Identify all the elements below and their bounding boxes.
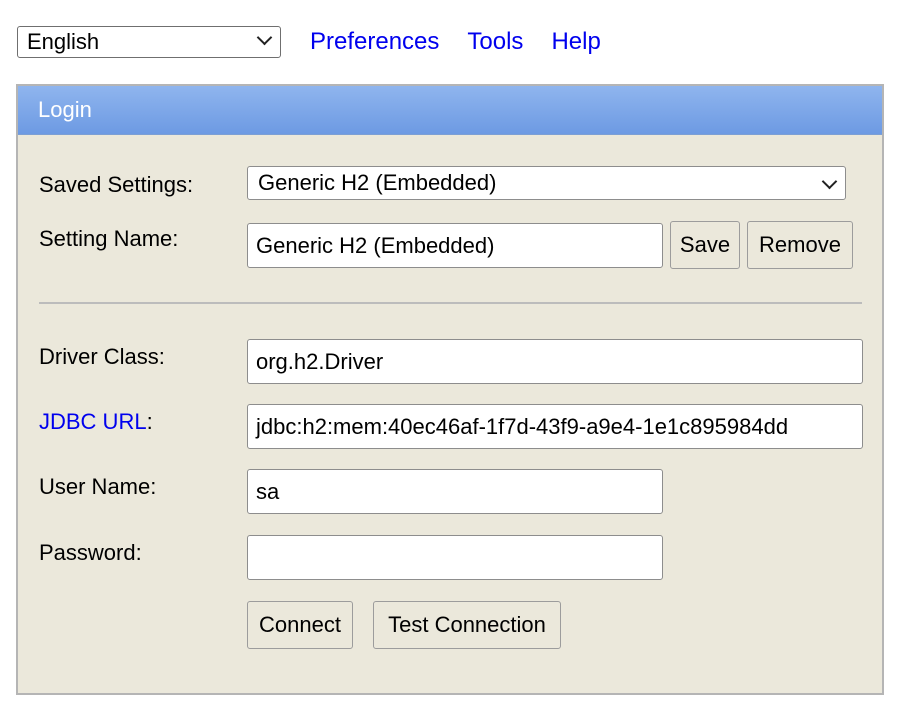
- password-label: Password:: [39, 540, 142, 565]
- chevron-down-icon: [256, 29, 273, 46]
- test-connection-button[interactable]: Test Connection: [373, 601, 561, 649]
- setting-name-label: Setting Name:: [39, 226, 179, 251]
- saved-settings-value: Generic H2 (Embedded): [258, 170, 497, 195]
- saved-settings-label: Saved Settings:: [39, 172, 194, 197]
- driver-class-input[interactable]: org.h2.Driver: [247, 339, 863, 384]
- jdbc-url-link[interactable]: JDBC URL: [39, 409, 147, 434]
- user-name-label: User Name:: [39, 474, 157, 499]
- preferences-link[interactable]: Preferences: [310, 28, 439, 56]
- login-panel: Login Saved Settings: Generic H2 (Embedd…: [16, 84, 884, 695]
- saved-settings-select[interactable]: Generic H2 (Embedded): [247, 166, 846, 200]
- chevron-down-icon: [821, 173, 838, 190]
- top-toolbar: English Preferences Tools Help: [17, 24, 601, 60]
- login-panel-title: Login: [18, 86, 882, 135]
- jdbc-url-colon: :: [146, 409, 153, 434]
- connect-button[interactable]: Connect: [247, 601, 353, 649]
- language-select[interactable]: English: [17, 26, 281, 58]
- language-select-value: English: [27, 29, 100, 54]
- password-input[interactable]: [247, 535, 663, 580]
- save-button[interactable]: Save: [670, 221, 740, 269]
- help-link[interactable]: Help: [551, 28, 600, 56]
- jdbc-url-label: JDBC URL:: [39, 409, 153, 435]
- tools-link[interactable]: Tools: [467, 28, 523, 56]
- jdbc-url-input[interactable]: jdbc:h2:mem:40ec46af-1f7d-43f9-a9e4-1e1c…: [247, 404, 863, 449]
- driver-class-label: Driver Class:: [39, 344, 165, 369]
- divider: [39, 302, 862, 304]
- user-name-input[interactable]: sa: [247, 469, 663, 514]
- remove-button[interactable]: Remove: [747, 221, 853, 269]
- setting-name-input[interactable]: Generic H2 (Embedded): [247, 223, 663, 268]
